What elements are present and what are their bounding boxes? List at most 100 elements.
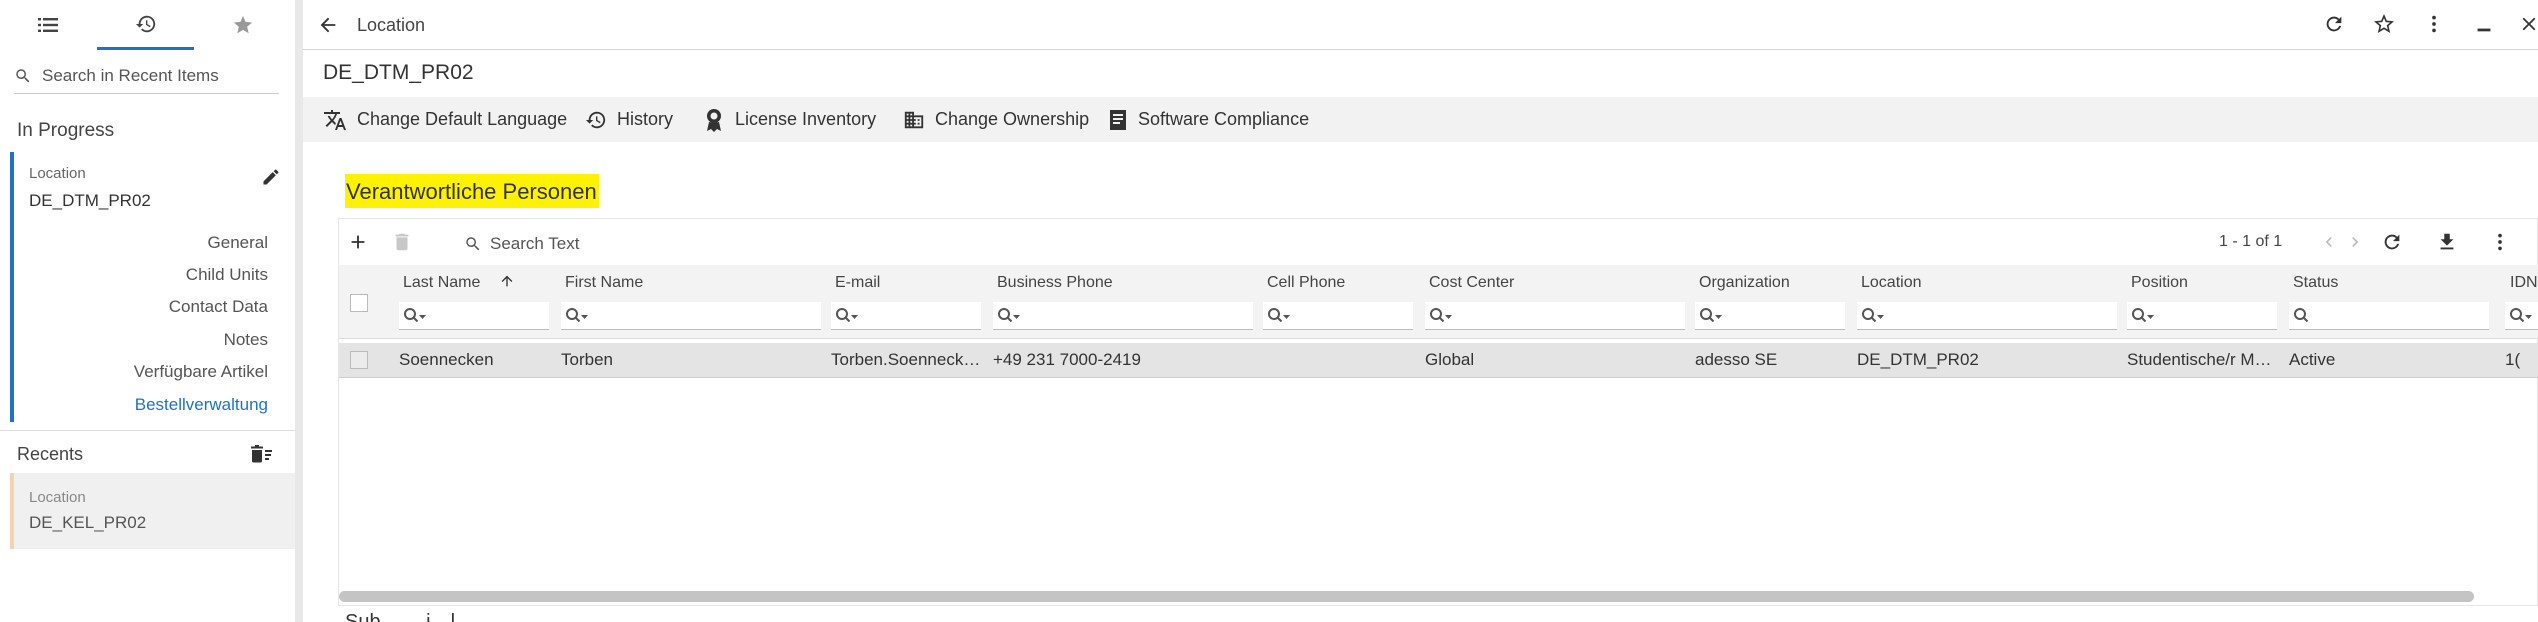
delete-button[interactable] (391, 231, 413, 253)
change-ownership-button[interactable]: Change Ownership (903, 97, 1089, 142)
list-icon (37, 18, 58, 32)
left-panel: Search in Recent Items In Progress Locat… (0, 0, 295, 622)
nav-general[interactable]: General (208, 233, 268, 253)
filter-organization[interactable] (1695, 302, 1845, 330)
col-header-organization[interactable]: Organization (1699, 274, 1790, 292)
filter-idn[interactable] (2505, 302, 2538, 330)
divider-line (0, 430, 295, 431)
history-icon (585, 111, 606, 128)
refresh-icon (2326, 16, 2342, 32)
in-progress-card: Location DE_DTM_PR02 General Child Units… (10, 152, 286, 422)
prev-page-button[interactable] (2319, 232, 2339, 252)
cell-email: Torben.Soenneck… (831, 350, 981, 369)
cell-idn: 1( (2505, 350, 2521, 369)
filter-status[interactable] (2289, 302, 2489, 330)
col-header-first-name[interactable]: First Name (565, 274, 643, 292)
search-icon (2294, 308, 2309, 323)
close-icon (2522, 17, 2536, 31)
cell-first-name: Torben (561, 350, 613, 369)
col-header-location[interactable]: Location (1861, 274, 1922, 292)
cell-cost-center: Global (1425, 350, 1475, 369)
next-page-button[interactable] (2345, 232, 2365, 252)
clear-recents-button[interactable] (250, 444, 274, 464)
col-header-idn[interactable]: IDN (2510, 274, 2538, 292)
col-header-status[interactable]: Status (2293, 274, 2338, 292)
filter-search-icon (2132, 308, 2154, 323)
search-icon (466, 237, 480, 251)
cell-business-phone: +49 231 7000-2419 (993, 350, 1141, 369)
back-button[interactable] (317, 14, 339, 36)
delete-sweep-icon (251, 445, 272, 463)
filter-email[interactable] (831, 302, 981, 330)
object-title: DE_DTM_PR02 (323, 61, 474, 84)
license-inventory-label: License Inventory (735, 109, 877, 129)
filter-business-phone[interactable] (993, 302, 1253, 330)
recent-items-search-placeholder: Search in Recent Items (42, 65, 219, 85)
tab-list[interactable] (0, 0, 97, 50)
grid-refresh-button[interactable] (2381, 231, 2403, 253)
star-icon (233, 15, 252, 34)
grid-search-input[interactable]: Search Text (464, 229, 764, 259)
col-label-last-name: Last Name (403, 274, 481, 291)
sort-asc-indicator[interactable] (499, 273, 515, 289)
col-header-business-phone[interactable]: Business Phone (997, 274, 1113, 292)
change-default-language-label: Change Default Language (357, 109, 568, 129)
nav-notes[interactable]: Notes (224, 330, 268, 350)
more-vert-icon (2498, 233, 2502, 251)
row-checkbox[interactable] (350, 351, 368, 369)
refresh-icon (2384, 234, 2400, 250)
nav-contact-data[interactable]: Contact Data (169, 297, 268, 317)
download-icon (2440, 233, 2454, 250)
history-button[interactable]: History (585, 97, 673, 142)
filter-first-name[interactable] (561, 302, 821, 330)
cell-organization: adesso SE (1695, 350, 1778, 369)
table-row[interactable]: Soennecken Torben Torben.Soenneck… +49 2… (339, 343, 2538, 378)
next-section-title: Sub… …i…l… (345, 612, 475, 622)
current-item-name[interactable]: DE_DTM_PR02 (29, 191, 151, 211)
filter-location[interactable] (1857, 302, 2117, 330)
cell-last-name: Soennecken (399, 350, 494, 369)
plus-icon (351, 235, 365, 249)
star-outline-icon (2374, 14, 2394, 33)
nav-verfuegbare-artikel[interactable]: Verfügbare Artikel (134, 362, 268, 382)
minimize-button[interactable] (2473, 13, 2495, 35)
edit-button[interactable] (261, 167, 281, 187)
trash-icon (395, 233, 409, 251)
recent-item-card[interactable]: Location DE_KEL_PR02 (10, 473, 295, 549)
grid-more-button[interactable] (2489, 231, 2511, 253)
recent-items-search[interactable]: Search in Recent Items (14, 58, 279, 94)
change-default-language-button[interactable]: Change Default Language (323, 97, 567, 142)
col-header-position[interactable]: Position (2131, 274, 2188, 292)
horizontal-scrollbar[interactable] (339, 591, 2474, 602)
recents-title: Recents (17, 444, 84, 464)
tab-favorites[interactable] (194, 0, 291, 50)
refresh-button[interactable] (2323, 13, 2345, 35)
favorite-button[interactable] (2372, 12, 2396, 36)
in-progress-title: In Progress (17, 120, 115, 141)
close-button[interactable] (2518, 13, 2538, 35)
software-compliance-button[interactable]: Software Compliance (1108, 97, 1309, 142)
filter-position[interactable] (2127, 302, 2277, 330)
filter-search-icon (1862, 308, 1884, 323)
panel-divider[interactable] (295, 0, 303, 622)
nav-bestellverwaltung[interactable]: Bestellverwaltung (135, 395, 268, 415)
filter-search-icon (1700, 308, 1722, 323)
search-icon (16, 68, 30, 82)
nav-child-units[interactable]: Child Units (186, 265, 268, 285)
filter-last-name[interactable] (399, 302, 549, 330)
col-header-last-name[interactable]: Last Name (403, 274, 480, 292)
col-header-cell-phone[interactable]: Cell Phone (1267, 274, 1345, 292)
col-header-cost-center[interactable]: Cost Center (1429, 274, 1514, 292)
more-button[interactable] (2423, 13, 2445, 35)
download-button[interactable] (2436, 231, 2458, 253)
select-all-checkbox[interactable] (350, 294, 368, 312)
license-inventory-button[interactable]: License Inventory (703, 97, 876, 142)
tab-history[interactable] (97, 0, 194, 50)
history-label: History (617, 109, 674, 129)
filter-cost-center[interactable] (1425, 302, 1685, 330)
filter-cell-phone[interactable] (1263, 302, 1413, 330)
add-button[interactable] (347, 231, 369, 253)
minimize-icon (2477, 28, 2491, 32)
pagination-text: 1 - 1 of 1 (2219, 233, 2283, 250)
col-header-email[interactable]: E-mail (835, 274, 880, 292)
